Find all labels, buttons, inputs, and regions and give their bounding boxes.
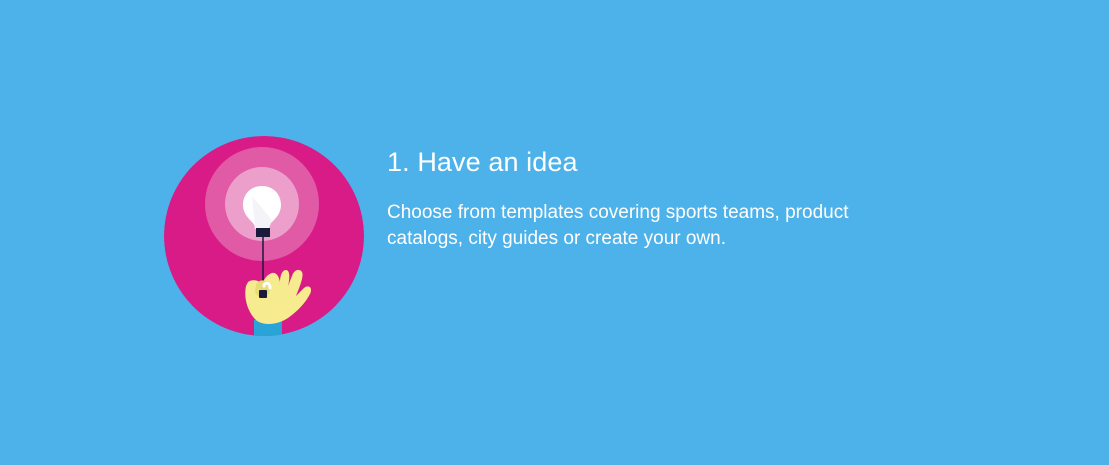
step-description: Choose from templates covering sports te… — [387, 202, 849, 249]
lightbulb-hand-icon — [164, 136, 364, 336]
step-panel: 1. Have an idea Choose from templates co… — [0, 0, 1109, 465]
step-title: 1. Have an idea — [387, 147, 578, 177]
step-text: 1. Have an idea Choose from templates co… — [387, 144, 927, 252]
